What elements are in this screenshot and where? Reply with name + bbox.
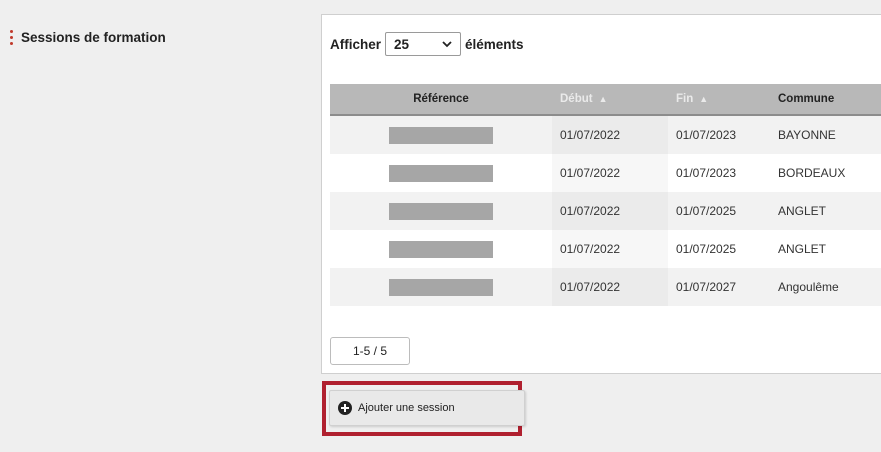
fin-cell: 01/07/2025 xyxy=(668,192,770,230)
commune-cell: BAYONNE xyxy=(770,115,881,154)
page-length-select[interactable]: 25 xyxy=(385,32,462,56)
length-prefix: Afficher xyxy=(330,36,382,52)
length-suffix: éléments xyxy=(465,36,524,52)
add-session-button[interactable]: Ajouter une session xyxy=(329,390,525,426)
column-header-fin[interactable]: Fin ▲ xyxy=(668,84,770,116)
table-row[interactable]: 01/07/2022 01/07/2023 BORDEAUX xyxy=(330,154,881,192)
section-title: Sessions de formation xyxy=(21,30,166,45)
table-row[interactable]: 01/07/2022 01/07/2025 ANGLET xyxy=(330,230,881,268)
fin-cell: 01/07/2023 xyxy=(676,166,737,180)
plus-circle-icon xyxy=(338,401,352,415)
sort-asc-icon: ▲ xyxy=(598,94,608,104)
sessions-panel: Afficher 25 éléments Référence Début ▲ Fi… xyxy=(321,14,881,374)
reference-cell xyxy=(330,192,552,230)
chevron-down-icon xyxy=(442,41,452,48)
fin-cell: 01/07/2025 xyxy=(676,242,737,256)
reference-cell xyxy=(330,268,552,306)
page-length-value: 25 xyxy=(394,36,410,52)
add-session-label: Ajouter une session xyxy=(358,402,455,414)
pagination-info: 1-5 / 5 xyxy=(330,337,410,365)
redacted-reference xyxy=(389,126,493,144)
section-label: Sessions de formation xyxy=(10,30,166,45)
debut-cell: 01/07/2022 xyxy=(552,230,668,268)
reference-cell xyxy=(330,154,552,192)
commune-cell: Angoulême xyxy=(770,268,881,306)
reference-cell xyxy=(330,115,552,154)
table-header-row: Référence Début ▲ Fin ▲ Commune xyxy=(330,84,881,116)
column-header-reference[interactable]: Référence xyxy=(330,84,552,116)
redacted-reference xyxy=(389,164,493,182)
table-row[interactable]: 01/07/2022 01/07/2025 ANGLET xyxy=(330,192,881,230)
commune-cell: ANGLET xyxy=(770,192,881,230)
redacted-reference xyxy=(389,202,493,220)
redacted-reference xyxy=(389,278,493,296)
add-session-highlight: Ajouter une session xyxy=(322,381,525,436)
fin-cell: 01/07/2023 xyxy=(668,115,770,154)
debut-cell: 01/07/2022 xyxy=(552,154,668,192)
commune-cell: ANGLET xyxy=(778,242,827,256)
sessions-table: Référence Début ▲ Fin ▲ Commune 01/07/2022… xyxy=(330,84,881,306)
sort-asc-icon: ▲ xyxy=(699,94,709,104)
column-header-commune[interactable]: Commune xyxy=(770,84,881,116)
table-row[interactable]: 01/07/2022 01/07/2023 BAYONNE xyxy=(330,115,881,154)
debut-cell: 01/07/2022 xyxy=(552,268,668,306)
reference-cell xyxy=(330,230,552,268)
debut-cell: 01/07/2022 xyxy=(552,192,668,230)
commune-cell: BORDEAUX xyxy=(778,166,846,180)
required-marker-icon xyxy=(10,30,13,45)
table-row[interactable]: 01/07/2022 01/07/2027 Angoulême xyxy=(330,268,881,306)
column-header-debut[interactable]: Début ▲ xyxy=(552,84,668,116)
redacted-reference xyxy=(389,240,493,258)
page-length-control: Afficher 25 éléments xyxy=(330,32,524,56)
fin-cell: 01/07/2027 xyxy=(668,268,770,306)
debut-cell: 01/07/2022 xyxy=(552,115,668,154)
